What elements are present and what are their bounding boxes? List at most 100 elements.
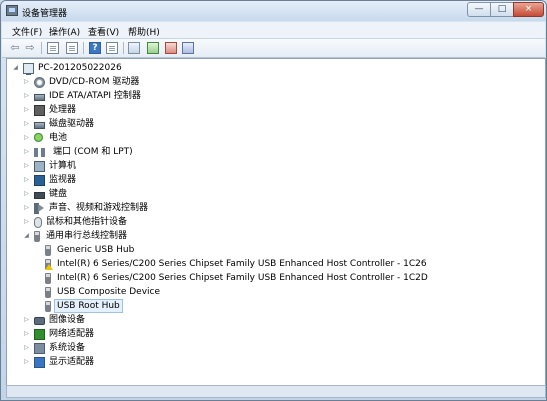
menu-help[interactable]: 帮助(H) <box>128 25 160 38</box>
list-view-icon[interactable] <box>66 42 78 54</box>
tree-node-imaging[interactable]: ▷ 图像设备 <box>23 313 85 327</box>
device-manager-window: 设备管理器 — □ × 文件(F) 操作(A) 查看(V) 帮助(H) ⇦ ⇨ … <box>0 0 547 401</box>
usb-icon <box>45 286 51 298</box>
tree-node-usb-composite[interactable]: USB Composite Device <box>45 285 160 299</box>
expand-icon[interactable]: ▷ <box>23 201 30 215</box>
tree-node-label: USB Root Hub <box>54 299 123 313</box>
tree-node-keyboards[interactable]: ▷ 键盘 <box>23 187 67 201</box>
scan-hardware-icon[interactable] <box>128 42 140 54</box>
maximize-button[interactable]: □ <box>490 2 514 17</box>
uninstall-device-icon[interactable] <box>182 42 194 54</box>
close-button[interactable]: × <box>513 2 544 17</box>
tree-node-label: 电池 <box>49 133 68 143</box>
menu-action[interactable]: 操作(A) <box>49 25 80 38</box>
tree-node-label: 系统设备 <box>49 343 86 353</box>
title-bar[interactable]: 设备管理器 — □ × <box>1 1 546 21</box>
window-title: 设备管理器 <box>22 9 68 19</box>
speaker-icon <box>34 202 45 214</box>
expand-icon[interactable]: ▷ <box>23 131 30 145</box>
usb-icon <box>34 230 40 242</box>
expand-icon[interactable]: ▷ <box>23 341 30 355</box>
tree-node-mice[interactable]: ▷ 鼠标和其他指针设备 <box>23 215 127 229</box>
tree-node-battery[interactable]: ▷ 电池 <box>23 131 67 145</box>
tree-node-label: 端口 (COM 和 LPT) <box>53 147 133 157</box>
tree-node-label: 监视器 <box>49 175 77 185</box>
tree-node-label: 计算机 <box>49 161 77 171</box>
help-icon[interactable]: ? <box>89 42 101 54</box>
expand-icon[interactable]: ▷ <box>23 117 30 131</box>
tree-node-network[interactable]: ▷ 网络适配器 <box>23 327 94 341</box>
tree-node-usb-controller-1c2d[interactable]: Intel(R) 6 Series/C200 Series Chipset Fa… <box>45 271 428 285</box>
update-driver-icon[interactable] <box>147 42 159 54</box>
expand-icon[interactable]: ▷ <box>23 173 30 187</box>
tree-node-label: 显示适配器 <box>49 357 95 367</box>
tree-node-usb-root-hub[interactable]: USB Root Hub <box>45 299 123 313</box>
details-view-icon[interactable] <box>106 42 118 54</box>
tree-node-label: Intel(R) 6 Series/C200 Series Chipset Fa… <box>57 273 428 283</box>
expand-icon[interactable]: ▷ <box>23 103 30 117</box>
expand-icon[interactable]: ▷ <box>23 215 30 229</box>
tree-root-node[interactable]: ◢ PC-201205022026 <box>12 61 122 75</box>
display-icon <box>34 356 45 368</box>
tree-node-sound[interactable]: ▷ 声音、视频和游戏控制器 <box>23 201 148 215</box>
menu-file[interactable]: 文件(F) <box>12 25 42 38</box>
system-icon <box>34 342 45 354</box>
tree-node-system[interactable]: ▷ 系统设备 <box>23 341 85 355</box>
warning-icon <box>45 263 53 270</box>
usb-icon <box>45 258 53 270</box>
tree-node-usb-controller-1c26[interactable]: Intel(R) 6 Series/C200 Series Chipset Fa… <box>45 257 427 271</box>
camera-icon <box>34 316 45 325</box>
collapse-icon[interactable]: ◢ <box>12 61 19 75</box>
drive-icon <box>34 93 45 101</box>
tree-node-dvd[interactable]: ▷ DVD/CD-ROM 驱动器 <box>23 75 139 89</box>
tree-node-label: Intel(R) 6 Series/C200 Series Chipset Fa… <box>57 259 427 269</box>
minimize-button[interactable]: — <box>467 2 491 17</box>
expand-icon[interactable]: ▷ <box>23 145 30 159</box>
tree-node-label: 图像设备 <box>49 315 86 325</box>
chip-icon <box>34 104 45 116</box>
usb-icon <box>45 300 51 312</box>
tree-node-label: 键盘 <box>49 189 68 199</box>
tree-root-label: PC-201205022026 <box>38 63 122 73</box>
tree-node-generic-usb-hub[interactable]: Generic USB Hub <box>45 243 134 257</box>
tree-node-monitors[interactable]: ▷ 监视器 <box>23 173 76 187</box>
tree-node-processor[interactable]: ▷ 处理器 <box>23 103 76 117</box>
tree-node-label: 磁盘驱动器 <box>49 119 95 129</box>
device-manager-icon <box>6 5 18 16</box>
tree-node-ports[interactable]: ▷ 端口 (COM 和 LPT) <box>23 145 133 159</box>
port-icon <box>34 147 45 157</box>
back-icon[interactable]: ⇦ <box>9 42 21 54</box>
menu-view[interactable]: 查看(V) <box>88 25 119 38</box>
tree-node-computer[interactable]: ▷ 计算机 <box>23 159 76 173</box>
forward-icon[interactable]: ⇨ <box>24 42 36 54</box>
disable-device-icon[interactable] <box>165 42 177 54</box>
battery-icon <box>34 132 45 144</box>
toolbar: ⇦ ⇨ ? <box>2 39 545 58</box>
tree-node-label: IDE ATA/ATAPI 控制器 <box>49 91 141 101</box>
drive-icon <box>34 121 45 129</box>
computer-icon <box>23 62 34 75</box>
tree-node-usb-controllers[interactable]: ◢ 通用串行总线控制器 <box>23 229 127 243</box>
expand-icon[interactable]: ▷ <box>23 159 30 173</box>
disk-icon <box>34 76 45 88</box>
collapse-icon[interactable]: ◢ <box>23 229 30 243</box>
expand-icon[interactable]: ▷ <box>23 75 30 89</box>
expand-icon[interactable]: ▷ <box>23 187 30 201</box>
expand-icon[interactable]: ▷ <box>23 355 30 369</box>
usb-icon <box>45 244 51 256</box>
tree-node-display[interactable]: ▷ 显示适配器 <box>23 355 94 369</box>
menu-bar: 文件(F) 操作(A) 查看(V) 帮助(H) <box>2 22 545 39</box>
tree-node-ide[interactable]: ▷ IDE ATA/ATAPI 控制器 <box>23 89 141 103</box>
tree-node-label: 鼠标和其他指针设备 <box>46 217 128 227</box>
expand-icon[interactable]: ▷ <box>23 313 30 327</box>
tree-node-disk-drives[interactable]: ▷ 磁盘驱动器 <box>23 117 94 131</box>
tree-node-label: 网络适配器 <box>49 329 95 339</box>
computer-icon <box>34 160 45 172</box>
properties-sheet-icon[interactable] <box>47 42 59 54</box>
tree-node-label: 处理器 <box>49 105 77 115</box>
mouse-icon <box>34 216 42 228</box>
toolbar-separator <box>83 42 84 54</box>
expand-icon[interactable]: ▷ <box>23 327 30 341</box>
expand-icon[interactable]: ▷ <box>23 89 30 103</box>
device-tree[interactable]: ◢ PC-201205022026 ▷ DVD/CD-ROM 驱动器 ▷ IDE… <box>6 58 546 386</box>
